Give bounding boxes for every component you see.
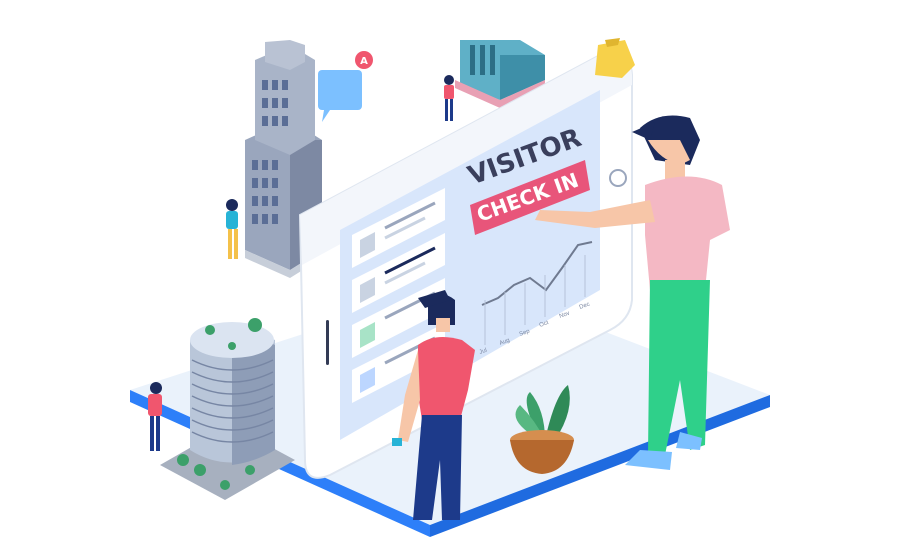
side-button: [326, 320, 329, 365]
chat-bubble: A: [318, 51, 373, 122]
visitor-checkin-illustration: A VISITOR CHECK IN Jul Aug Sep Oct Nov D…: [130, 38, 770, 537]
small-person-top: [444, 75, 454, 121]
small-person-left: [226, 199, 238, 259]
notification-badge-label: A: [360, 56, 368, 67]
